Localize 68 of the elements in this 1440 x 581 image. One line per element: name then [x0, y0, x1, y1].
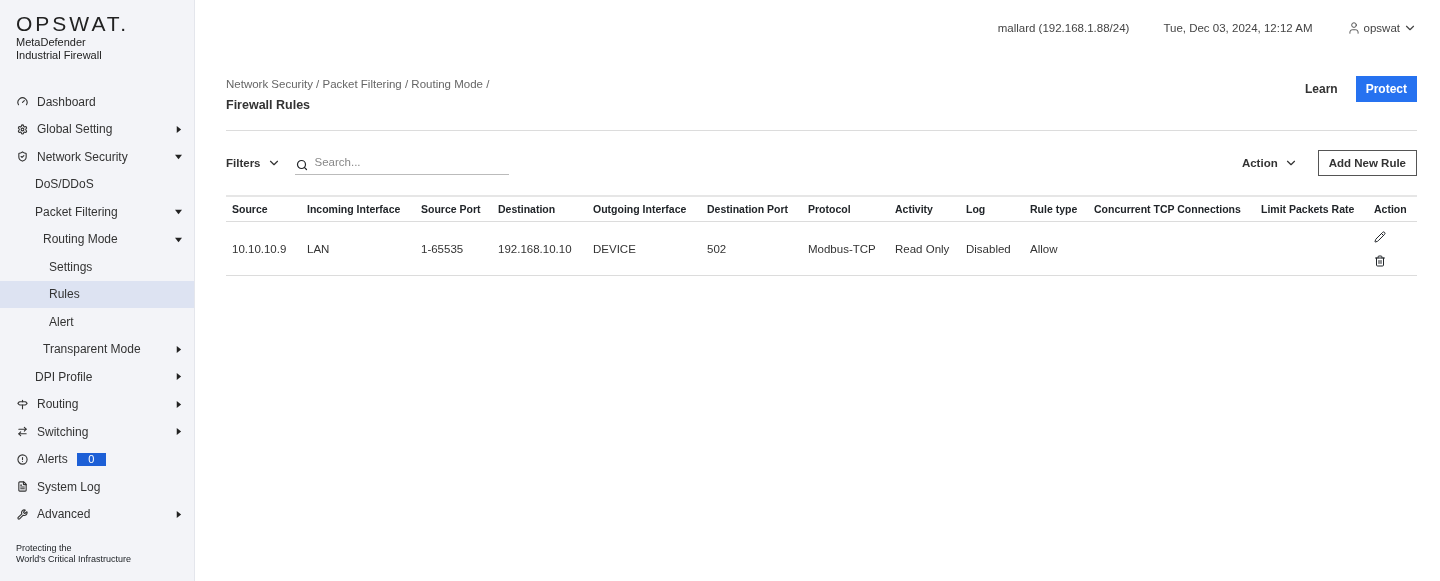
nav-icon: [17, 453, 28, 465]
device-label: mallard (192.168.1.88/24): [997, 22, 1130, 34]
column-header: Destination Port: [706, 203, 790, 215]
search-field[interactable]: Search...: [294, 151, 509, 175]
table-cell-text: Read Only: [894, 242, 951, 255]
add-rule-button[interactable]: Add New Rule: [1317, 150, 1417, 176]
column-header: Outgoing Interface: [592, 203, 688, 215]
edit-icon[interactable]: [1374, 230, 1386, 243]
sidebar-item[interactable]: Routing Mode: [0, 225, 194, 253]
sidebar-item[interactable]: Alert: [0, 308, 194, 336]
sidebar-item[interactable]: Routing: [0, 390, 194, 418]
column-header: Incoming Interface: [306, 203, 402, 215]
nav-icon: [17, 426, 28, 438]
sidebar-item[interactable]: Transparent Mode: [0, 335, 194, 363]
user-menu[interactable]: opswat: [1346, 21, 1417, 35]
product-name: MetaDefender: [16, 36, 87, 49]
table-cell-text: 1-65535: [420, 242, 465, 255]
sidebar-item[interactable]: DoS/DDoS: [0, 170, 194, 198]
table-cell-text: Allow: [1029, 242, 1059, 255]
table-cell-text: Modbus-TCP: [807, 242, 877, 255]
search-icon: [295, 158, 308, 171]
sidebar-item[interactable]: Rules: [0, 280, 194, 308]
nav-icon: [17, 398, 28, 410]
tagline: Protecting the: [16, 543, 73, 554]
tagline: World's Critical Infrastructure: [16, 554, 133, 565]
nav-icon: [17, 508, 28, 520]
column-header: Activity: [894, 203, 934, 215]
sidebar-item[interactable]: Switching: [0, 418, 194, 446]
table-cell-text: Disabled: [965, 242, 1012, 255]
table-cell-text: 502: [706, 242, 728, 255]
filters-dropdown[interactable]: Filters: [226, 156, 281, 170]
action-dropdown[interactable]: Action: [1241, 156, 1298, 170]
sidebar-item[interactable]: DPI Profile: [0, 363, 194, 391]
nav-icon: [17, 481, 28, 493]
column-header: Action: [1373, 203, 1408, 215]
sidebar-item[interactable]: Advanced: [0, 500, 194, 528]
nav-icon: [17, 151, 28, 163]
table-cell-text: 192.168.10.10: [497, 242, 573, 255]
column-header: Rule type: [1029, 203, 1079, 215]
brand-logo: OPSWAT.: [16, 12, 131, 36]
nav-icon: [17, 96, 28, 108]
column-header: Destination: [497, 203, 557, 215]
product-subtitle: Industrial Firewall: [16, 49, 103, 62]
page-title: Firewall Rules: [226, 98, 312, 112]
column-header: Log: [965, 203, 987, 215]
sidebar-item[interactable]: Alerts 0: [0, 445, 194, 473]
nav-icon: [17, 123, 28, 135]
table-cell-text: LAN: [306, 242, 331, 255]
column-header: Protocol: [807, 203, 852, 215]
sidebar-item[interactable]: Dashboard: [0, 88, 194, 116]
breadcrumb: Network Security / Packet Filtering / Routing Mode /: [226, 78, 490, 90]
sidebar-item[interactable]: System Log: [0, 473, 194, 501]
table-cell-text: DEVICE: [592, 242, 637, 255]
mode-button[interactable]: Learn: [1294, 76, 1348, 102]
sidebar-item[interactable]: Packet Filtering: [0, 198, 194, 226]
sidebar-item[interactable]: Settings: [0, 253, 194, 281]
table-cell-text: 10.10.10.9: [231, 242, 288, 255]
delete-icon[interactable]: [1374, 254, 1386, 267]
column-header: Concurrent TCP Connections: [1093, 203, 1242, 215]
column-header: Source: [231, 203, 269, 215]
column-header: Limit Packets Rate: [1260, 203, 1356, 215]
sidebar-item[interactable]: Network Security: [0, 143, 194, 171]
date-time: Tue, Dec 03, 2024, 12:12 AM: [1163, 22, 1313, 34]
sidebar-item[interactable]: Global Setting: [0, 115, 194, 143]
column-header: Source Port: [420, 203, 482, 215]
count-badge: 0: [76, 452, 106, 466]
mode-button[interactable]: Protect: [1355, 76, 1417, 102]
user-icon: [1346, 21, 1361, 35]
